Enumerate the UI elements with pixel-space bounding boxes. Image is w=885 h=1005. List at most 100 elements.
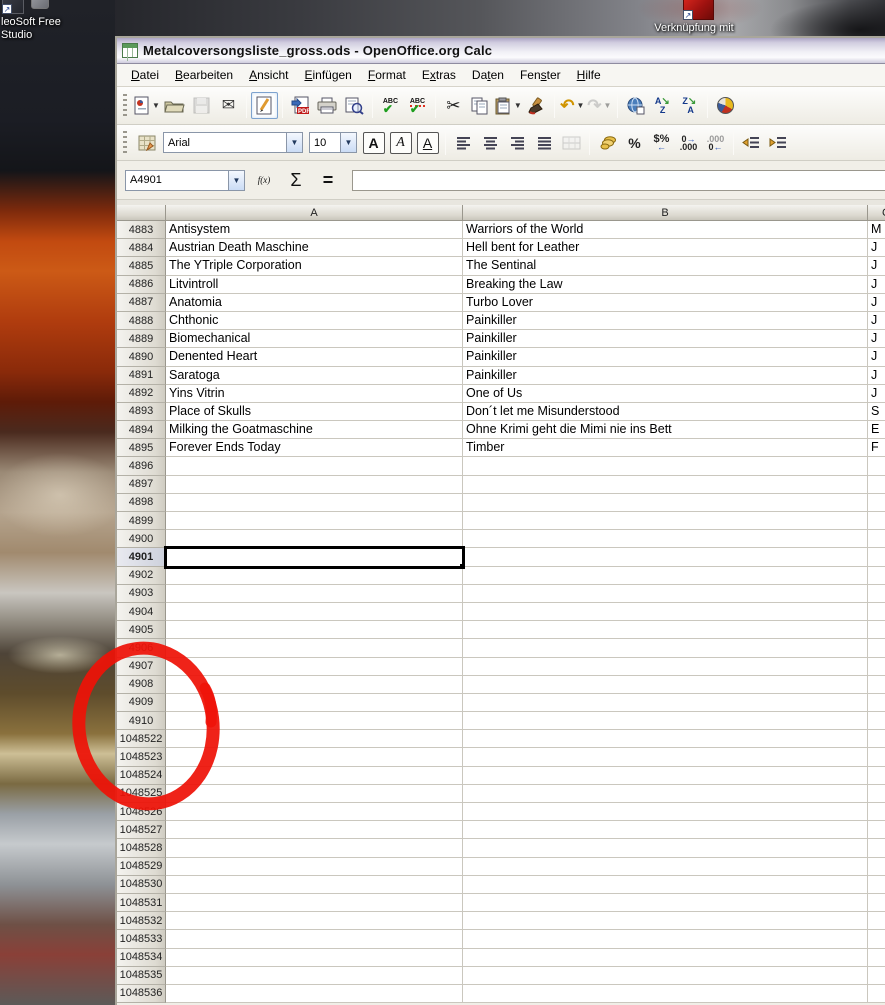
cell-B4893[interactable]: Don´t let me Misunderstood <box>463 403 868 421</box>
row-header-4910[interactable]: 4910 <box>117 712 166 730</box>
cell-B4910[interactable] <box>463 712 868 730</box>
cell-C4901[interactable] <box>868 548 885 566</box>
cell-A4905[interactable] <box>166 621 463 639</box>
cell-C1048531[interactable] <box>868 894 885 912</box>
row-header-4898[interactable]: 4898 <box>117 494 166 512</box>
cell-A4884[interactable]: Austrian Death Maschine <box>166 239 463 257</box>
cell-B1048530[interactable] <box>463 876 868 894</box>
cell-A4891[interactable]: Saratoga <box>166 367 463 385</box>
cell-A4903[interactable] <box>166 585 463 603</box>
cell-C4889[interactable]: J <box>868 330 885 348</box>
align-right-button[interactable] <box>504 129 531 156</box>
cell-B4903[interactable] <box>463 585 868 603</box>
cell-C4890[interactable]: J <box>868 348 885 366</box>
desktop-icon-secondary[interactable] <box>31 0 49 9</box>
styles-formatting-button[interactable] <box>133 129 160 156</box>
cell-B1048522[interactable] <box>463 730 868 748</box>
cell-B1048526[interactable] <box>463 803 868 821</box>
row-header-1048526[interactable]: 1048526 <box>117 803 166 821</box>
cell-B4895[interactable]: Timber <box>463 439 868 457</box>
cell-A4901[interactable] <box>166 548 463 566</box>
cell-B4909[interactable] <box>463 694 868 712</box>
cell-B1048534[interactable] <box>463 949 868 967</box>
cell-C4902[interactable] <box>868 567 885 585</box>
toolbar-drag-handle[interactable] <box>123 94 127 118</box>
cell-B4899[interactable] <box>463 512 868 530</box>
cell-A4885[interactable]: The YTriple Corporation <box>166 257 463 275</box>
menu-daten[interactable]: Daten <box>464 65 512 85</box>
cell-A1048530[interactable] <box>166 876 463 894</box>
new-document-button[interactable]: ▼ <box>133 92 161 119</box>
cell-B4897[interactable] <box>463 476 868 494</box>
row-header-1048534[interactable]: 1048534 <box>117 949 166 967</box>
dropdown-arrow-icon[interactable]: ▼ <box>577 101 585 110</box>
cell-A4904[interactable] <box>166 603 463 621</box>
cell-A4887[interactable]: Anatomia <box>166 294 463 312</box>
cell-A4900[interactable] <box>166 530 463 548</box>
cell-C1048522[interactable] <box>868 730 885 748</box>
cell-C4896[interactable] <box>868 457 885 475</box>
row-header-1048527[interactable]: 1048527 <box>117 821 166 839</box>
cell-A4894[interactable]: Milking the Goatmaschine <box>166 421 463 439</box>
cell-A4898[interactable] <box>166 494 463 512</box>
row-header-4887[interactable]: 4887 <box>117 294 166 312</box>
cell-B4896[interactable] <box>463 457 868 475</box>
cell-A1048533[interactable] <box>166 930 463 948</box>
percent-format-button[interactable]: % <box>621 129 648 156</box>
row-header-4895[interactable]: 4895 <box>117 439 166 457</box>
cell-B4890[interactable]: Painkiller <box>463 348 868 366</box>
cell-C4892[interactable]: J <box>868 385 885 403</box>
desktop-icon-verknuepfung-label[interactable]: Verknüpfung mit <box>638 22 750 34</box>
cell-A4909[interactable] <box>166 694 463 712</box>
cut-button[interactable]: ✂ <box>440 92 467 119</box>
cell-C1048526[interactable] <box>868 803 885 821</box>
cell-A4902[interactable] <box>166 567 463 585</box>
bold-button[interactable]: A <box>360 129 387 156</box>
copy-button[interactable] <box>467 92 494 119</box>
cell-A4908[interactable] <box>166 676 463 694</box>
cell-B1048533[interactable] <box>463 930 868 948</box>
menu-format[interactable]: Format <box>360 65 414 85</box>
row-header-1048533[interactable]: 1048533 <box>117 930 166 948</box>
paste-button[interactable]: ▼ <box>494 92 523 119</box>
cell-A4897[interactable] <box>166 476 463 494</box>
open-button[interactable] <box>161 92 188 119</box>
menu-ansicht[interactable]: Ansicht <box>241 65 296 85</box>
cell-A1048531[interactable] <box>166 894 463 912</box>
cell-A4886[interactable]: Litvintroll <box>166 276 463 294</box>
name-box[interactable]: A4901 ▼ <box>125 170 245 191</box>
menu-einfgen[interactable]: Einfügen <box>296 65 359 85</box>
row-header-4883[interactable]: 4883 <box>117 221 166 239</box>
font-name-combo[interactable]: Arial ▼ <box>163 132 303 153</box>
cell-B4885[interactable]: The Sentinal <box>463 257 868 275</box>
decrease-indent-button[interactable] <box>738 129 765 156</box>
cell-C1048527[interactable] <box>868 821 885 839</box>
cell-B4888[interactable]: Painkiller <box>463 312 868 330</box>
cell-B1048524[interactable] <box>463 767 868 785</box>
cell-C1048533[interactable] <box>868 930 885 948</box>
row-header-1048523[interactable]: 1048523 <box>117 748 166 766</box>
row-header-4904[interactable]: 4904 <box>117 603 166 621</box>
function-wizard-button[interactable]: f(x) <box>251 168 277 192</box>
cell-A1048525[interactable] <box>166 785 463 803</box>
increase-indent-button[interactable] <box>765 129 792 156</box>
chevron-down-icon[interactable]: ▼ <box>228 171 244 190</box>
print-button[interactable] <box>314 92 341 119</box>
row-header-1048529[interactable]: 1048529 <box>117 858 166 876</box>
column-header-A[interactable]: A <box>166 205 463 221</box>
row-header-4900[interactable]: 4900 <box>117 530 166 548</box>
row-header-4899[interactable]: 4899 <box>117 512 166 530</box>
add-decimal-button[interactable]: 0→.000 <box>675 129 702 156</box>
cell-B4892[interactable]: One of Us <box>463 385 868 403</box>
dropdown-arrow-icon[interactable]: ▼ <box>514 101 522 110</box>
cell-B4905[interactable] <box>463 621 868 639</box>
cell-C4909[interactable] <box>868 694 885 712</box>
menu-hilfe[interactable]: Hilfe <box>569 65 609 85</box>
row-header-4894[interactable]: 4894 <box>117 421 166 439</box>
row-header-4897[interactable]: 4897 <box>117 476 166 494</box>
cell-C4888[interactable]: J <box>868 312 885 330</box>
cell-A4906[interactable] <box>166 639 463 657</box>
edit-file-button[interactable] <box>251 92 278 119</box>
undo-button[interactable]: ↶▼ <box>559 92 586 119</box>
cell-C4899[interactable] <box>868 512 885 530</box>
